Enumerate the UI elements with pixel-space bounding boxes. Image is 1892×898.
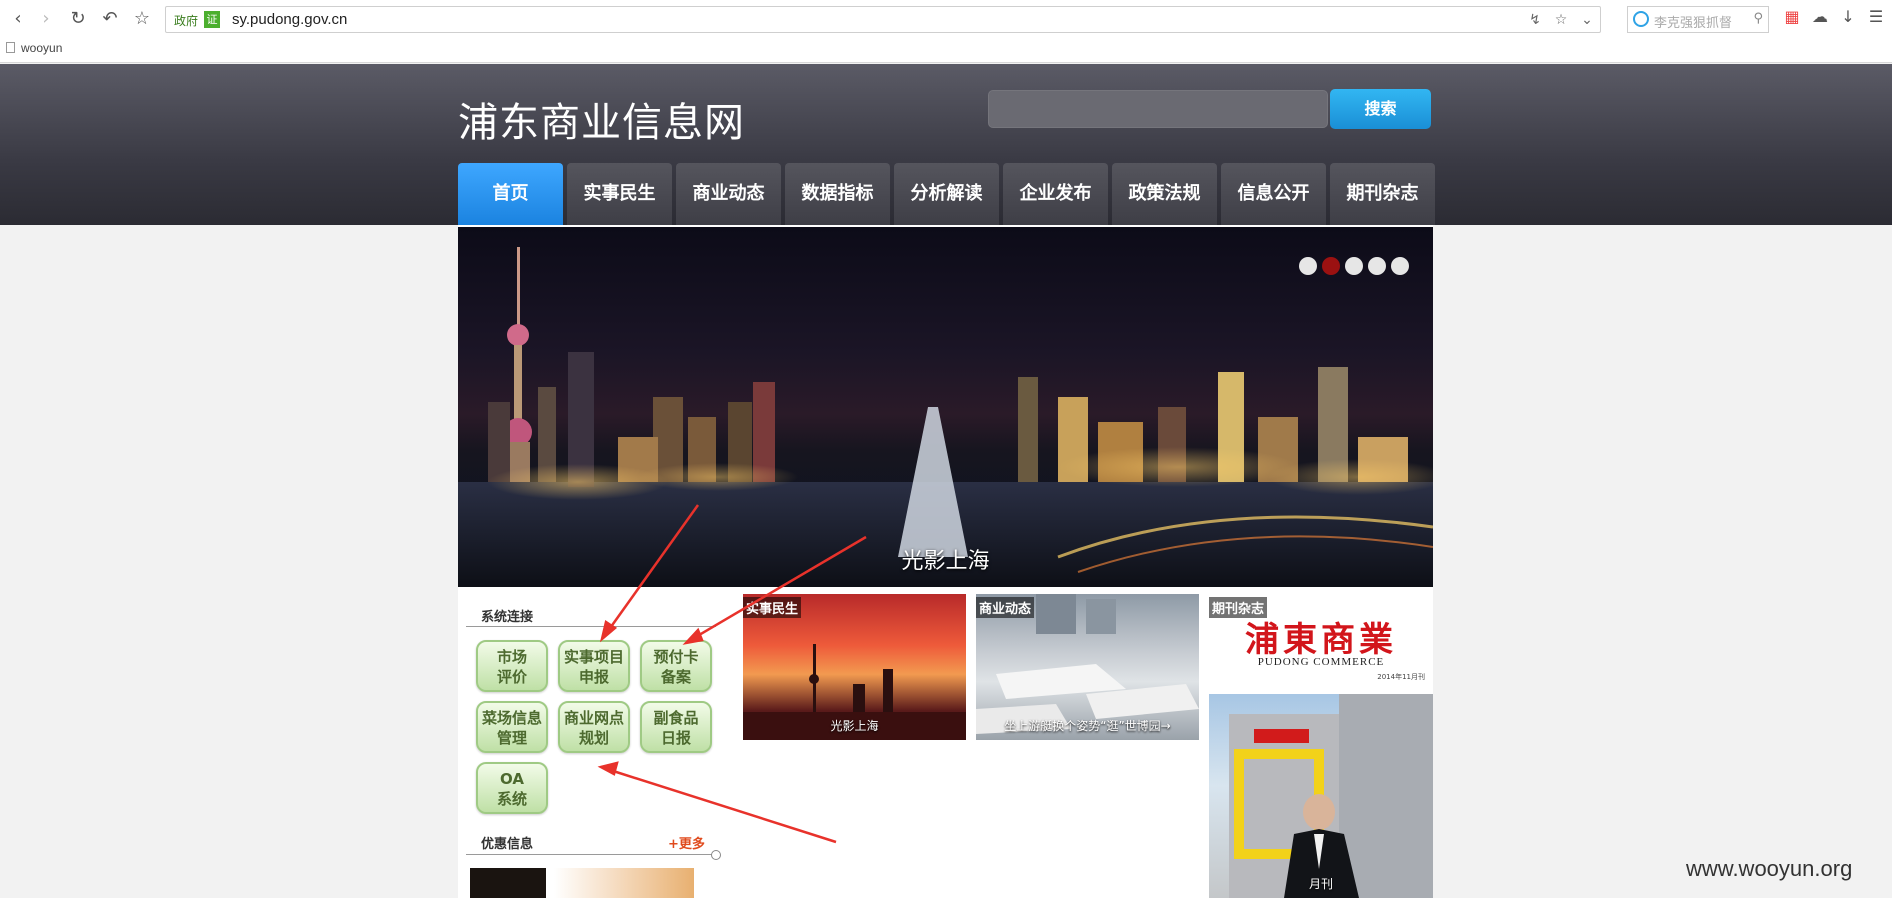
annotation-arrows: [597, 504, 867, 844]
watermark: www.wooyun.org: [1686, 856, 1853, 881]
